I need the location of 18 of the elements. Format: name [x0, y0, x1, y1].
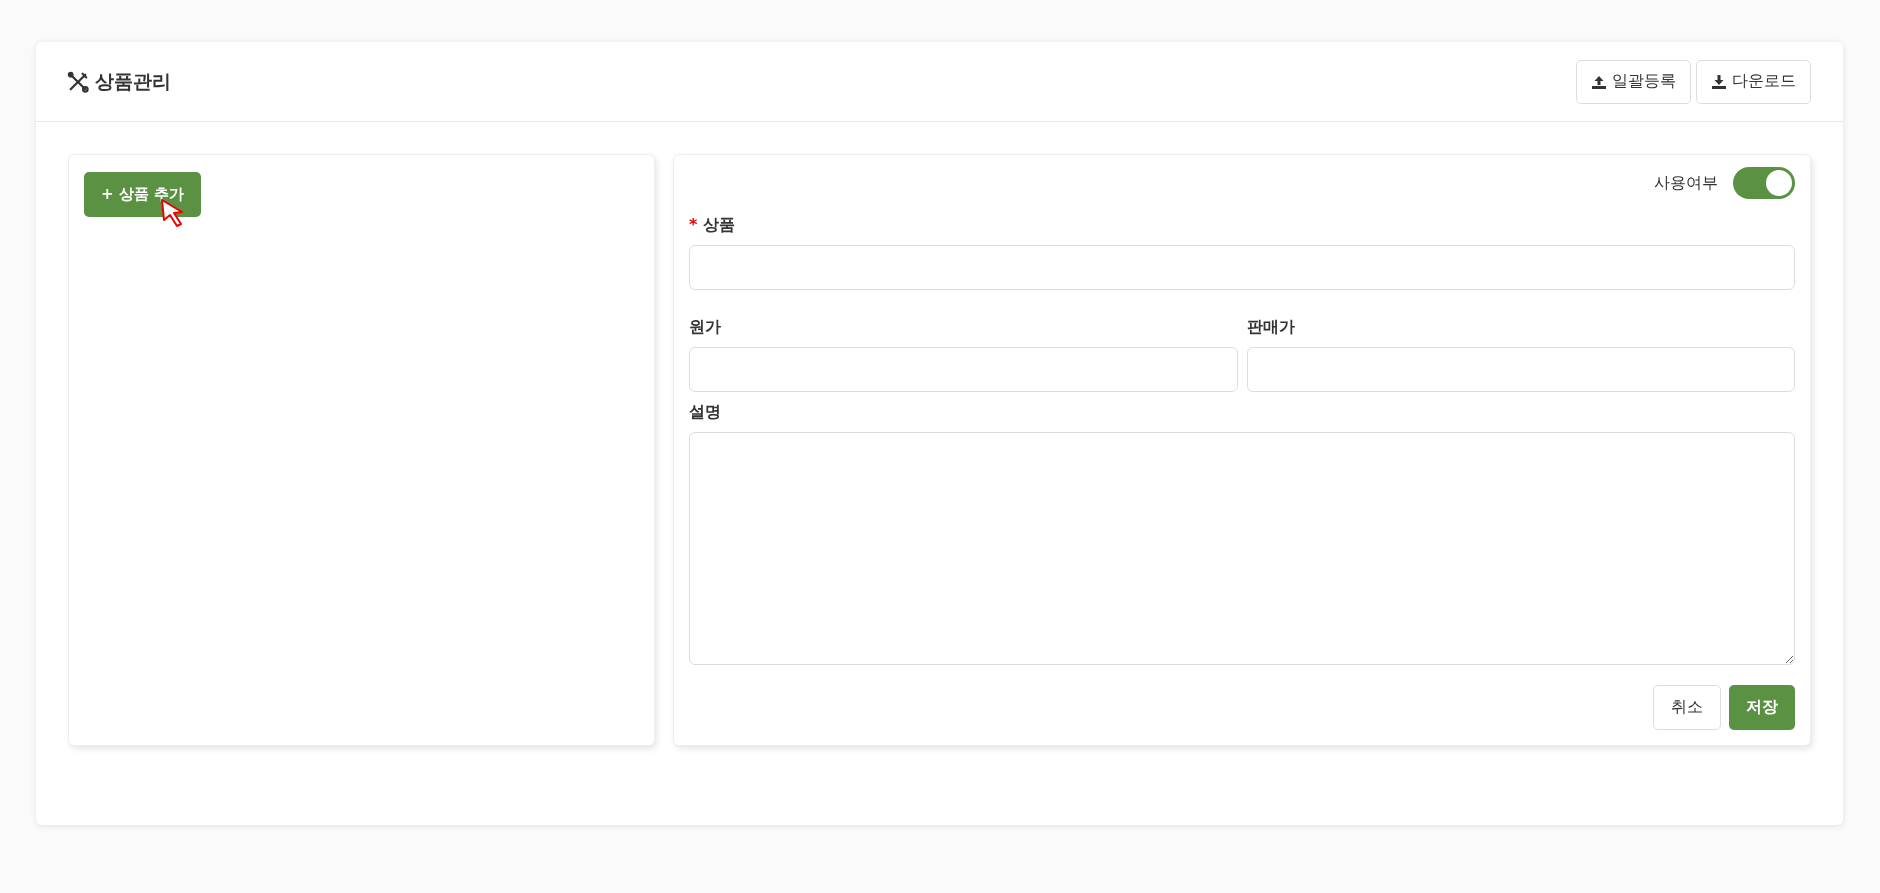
input-field[interactable] — [689, 347, 1238, 392]
save-button[interactable]: 저장 — [1729, 685, 1795, 730]
use-toggle[interactable] — [1733, 167, 1795, 199]
field-label: 판매가 — [1246, 317, 1296, 338]
field-label: * 상품 — [689, 215, 737, 236]
tools-icon — [67, 70, 89, 93]
field-label: 원가 — [689, 317, 722, 338]
bulk-upload-button[interactable]: 일괄등록 — [1576, 59, 1691, 104]
description-field[interactable] — [689, 432, 1795, 665]
input-field[interactable] — [689, 245, 1795, 290]
input-field[interactable] — [1246, 347, 1795, 392]
field-label: 설명 — [689, 402, 722, 423]
add-product-button[interactable]: + 상품 추가 — [84, 172, 201, 217]
toggle-label: 사용여부 — [1654, 172, 1718, 194]
download-button[interactable]: 다운로드 — [1696, 59, 1811, 104]
cancel-button[interactable]: 취소 — [1653, 685, 1721, 730]
page-title: 상품관리 — [95, 68, 171, 94]
download-icon — [1711, 73, 1727, 90]
